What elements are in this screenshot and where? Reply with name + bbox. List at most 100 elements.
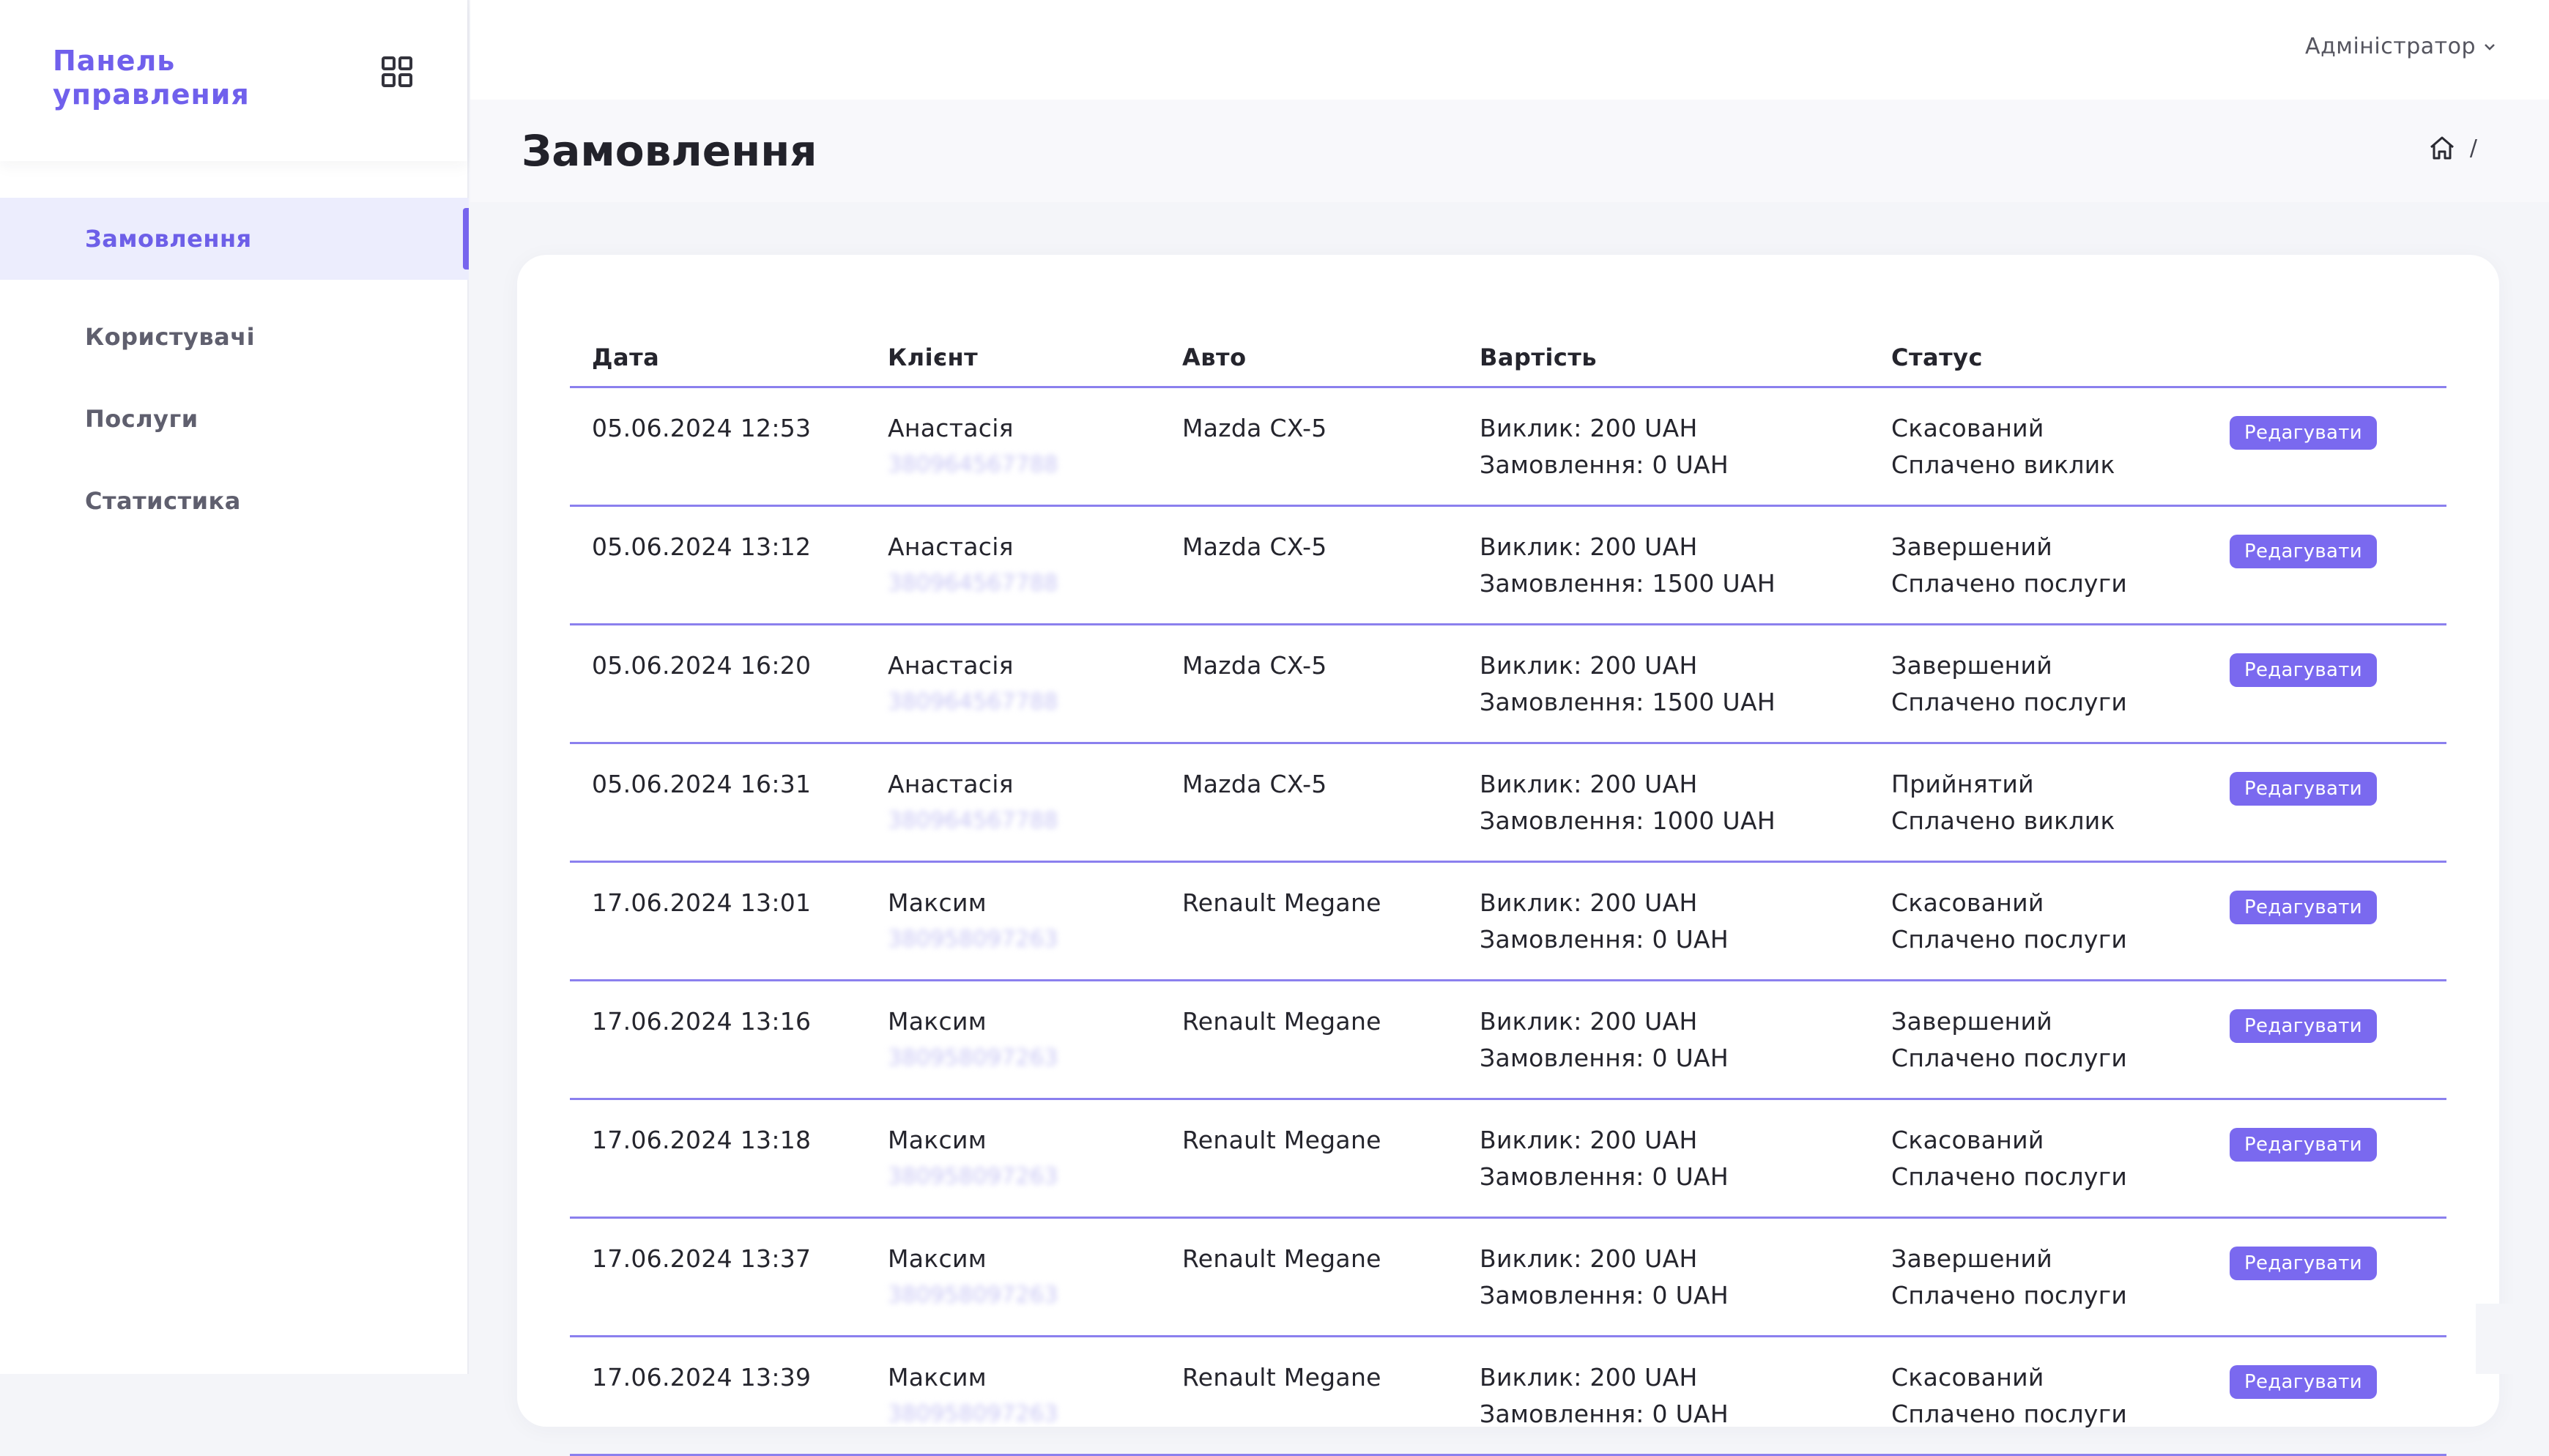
cell-status: Завершений Сплачено послуги — [1891, 1003, 2230, 1098]
sidebar-item-orders[interactable]: Замовлення — [0, 198, 469, 280]
sidebar-item-services[interactable]: Послуги — [0, 378, 469, 460]
client-phone: 380964567788 — [888, 689, 1058, 715]
cell-client: Анастасія 380964567788 — [888, 647, 1182, 742]
cell-status: Скасований Сплачено виклик — [1891, 410, 2230, 505]
order-cost: Замовлення: 1500 UAH — [1480, 688, 1776, 716]
cell-cost: Виклик: 200 UAH Замовлення: 0 UAH — [1480, 410, 1891, 505]
home-icon[interactable] — [2427, 133, 2457, 163]
sidebar-item-statistics[interactable]: Статистика — [0, 460, 469, 542]
order-date: 05.06.2024 16:20 — [592, 651, 812, 680]
edit-button[interactable]: Редагувати — [2230, 1247, 2377, 1280]
chevron-down-icon — [2485, 43, 2495, 51]
table-row: 05.06.2024 12:53 Анастасія 380964567788 Maz… — [570, 388, 2446, 507]
cell-cost: Виклик: 200 UAH Замовлення: 1500 UAH — [1480, 647, 1891, 742]
user-menu[interactable]: Адміністратор — [2305, 34, 2496, 59]
car-model: Renault Megane — [1182, 1363, 1381, 1392]
client-name: Максим — [888, 1007, 987, 1036]
cell-actions: Редагувати — [2230, 410, 2446, 505]
cell-client: Анастасія 380964567788 — [888, 766, 1182, 861]
cell-cost: Виклик: 200 UAH Замовлення: 0 UAH — [1480, 1241, 1891, 1335]
edit-button[interactable]: Редагувати — [2230, 891, 2377, 924]
cell-client: Максим 380958097263 — [888, 1359, 1182, 1454]
cell-client: Максим 380958097263 — [888, 1003, 1182, 1098]
cell-date: 05.06.2024 12:53 — [570, 410, 888, 505]
cell-car: Mazda CX-5 — [1182, 410, 1480, 505]
client-phone: 380958097263 — [888, 926, 1058, 952]
call-cost: Виклик: 200 UAH — [1480, 532, 1698, 561]
cell-car: Mazda CX-5 — [1182, 647, 1480, 742]
edit-button[interactable]: Редагувати — [2230, 535, 2377, 568]
client-name: Анастасія — [888, 414, 1014, 442]
cell-client: Анастасія 380964567788 — [888, 529, 1182, 623]
table-row: 05.06.2024 16:20 Анастасія 380964567788 Maz… — [570, 625, 2446, 744]
payment-status: Сплачено послуги — [1891, 569, 2128, 598]
cell-cost: Виклик: 200 UAH Замовлення: 1500 UAH — [1480, 529, 1891, 623]
order-status: Завершений — [1891, 532, 2053, 561]
cell-date: 17.06.2024 13:18 — [570, 1122, 888, 1217]
column-header-car: Авто — [1182, 343, 1247, 371]
brand-title[interactable]: Панель управления — [53, 44, 287, 111]
page-header: Замовлення / — [470, 100, 2549, 202]
sidebar-item-users[interactable]: Користувачі — [0, 296, 469, 378]
table-row: 17.06.2024 13:18 Максим 380958097263 Renaul… — [570, 1100, 2446, 1219]
cell-status: Завершений Сплачено послуги — [1891, 647, 2230, 742]
car-model: Renault Megane — [1182, 1007, 1381, 1036]
cell-date: 17.06.2024 13:37 — [570, 1241, 888, 1335]
table-row: 17.06.2024 13:39 Максим 380958097263 Renaul… — [570, 1337, 2446, 1456]
payment-status: Сплачено виклик — [1891, 450, 2115, 479]
table-row: 17.06.2024 13:37 Максим 380958097263 Renaul… — [570, 1219, 2446, 1337]
client-phone: 380964567788 — [888, 571, 1058, 596]
cell-actions: Редагувати — [2230, 1122, 2446, 1217]
car-model: Renault Megane — [1182, 1126, 1381, 1154]
edit-button[interactable]: Редагувати — [2230, 772, 2377, 806]
edit-button[interactable]: Редагувати — [2230, 1365, 2377, 1399]
payment-status: Сплачено послуги — [1891, 1162, 2128, 1191]
page-title: Замовлення — [522, 126, 817, 176]
cell-cost: Виклик: 200 UAH Замовлення: 0 UAH — [1480, 885, 1891, 979]
order-status: Скасований — [1891, 1363, 2044, 1392]
cell-car: Mazda CX-5 — [1182, 529, 1480, 623]
order-cost: Замовлення: 0 UAH — [1480, 450, 1729, 479]
cell-car: Renault Megane — [1182, 1359, 1480, 1454]
cell-client: Максим 380958097263 — [888, 1122, 1182, 1217]
order-status: Завершений — [1891, 1244, 2053, 1273]
cell-date: 17.06.2024 13:01 — [570, 885, 888, 979]
cell-car: Renault Megane — [1182, 1241, 1480, 1335]
order-cost: Замовлення: 0 UAH — [1480, 1044, 1729, 1072]
client-name: Максим — [888, 1244, 987, 1273]
car-model: Renault Megane — [1182, 888, 1381, 917]
brand-area: Панель управления — [0, 0, 467, 161]
cell-actions: Редагувати — [2230, 1359, 2446, 1454]
edit-button[interactable]: Редагувати — [2230, 653, 2377, 687]
page-corner — [2476, 1304, 2549, 1374]
edit-button[interactable]: Редагувати — [2230, 1128, 2377, 1162]
cell-status: Скасований Сплачено послуги — [1891, 1359, 2230, 1454]
cell-cost: Виклик: 200 UAH Замовлення: 0 UAH — [1480, 1359, 1891, 1454]
order-date: 17.06.2024 13:16 — [592, 1007, 812, 1036]
call-cost: Виклик: 200 UAH — [1480, 1363, 1698, 1392]
payment-status: Сплачено виклик — [1891, 806, 2115, 835]
order-cost: Замовлення: 0 UAH — [1480, 1162, 1729, 1191]
column-header-date: Дата — [592, 343, 660, 371]
cell-status: Скасований Сплачено послуги — [1891, 1122, 2230, 1217]
cell-status: Скасований Сплачено послуги — [1891, 885, 2230, 979]
cell-date: 05.06.2024 16:20 — [570, 647, 888, 742]
call-cost: Виклик: 200 UAH — [1480, 770, 1698, 798]
user-name: Адміністратор — [2305, 34, 2476, 59]
payment-status: Сплачено послуги — [1891, 925, 2128, 954]
cell-actions: Редагувати — [2230, 1241, 2446, 1335]
grid-icon[interactable] — [381, 56, 413, 88]
edit-button[interactable]: Редагувати — [2230, 1009, 2377, 1043]
cell-date: 05.06.2024 13:12 — [570, 529, 888, 623]
table-row: 17.06.2024 13:01 Максим 380958097263 Renaul… — [570, 863, 2446, 981]
cell-status: Завершений Сплачено послуги — [1891, 1241, 2230, 1335]
client-phone: 380958097263 — [888, 1045, 1058, 1071]
cell-actions: Редагувати — [2230, 647, 2446, 742]
cell-actions: Редагувати — [2230, 885, 2446, 979]
edit-button[interactable]: Редагувати — [2230, 416, 2377, 450]
order-cost: Замовлення: 0 UAH — [1480, 925, 1729, 954]
call-cost: Виклик: 200 UAH — [1480, 888, 1698, 917]
orders-table: Дата Клієнт Авто Вартість Статус 05.06.2… — [570, 328, 2446, 1456]
cell-date: 17.06.2024 13:16 — [570, 1003, 888, 1098]
